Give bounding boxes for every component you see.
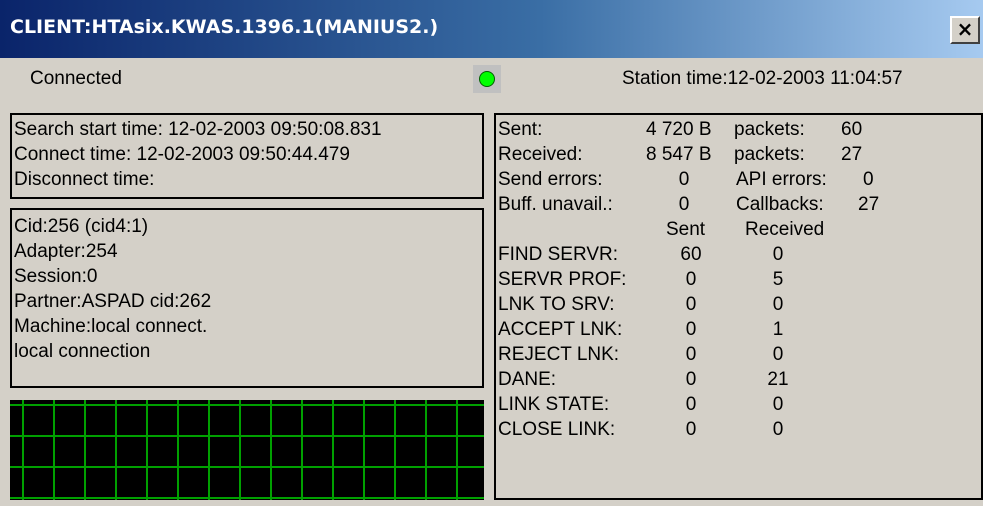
message-row-received: 1 <box>772 319 784 340</box>
column-header-received: Received <box>745 219 825 240</box>
sent-label: Sent: <box>498 119 543 140</box>
message-row-label: REJECT LNK: <box>498 344 620 365</box>
message-row-sent: 0 <box>685 344 697 365</box>
message-row-received: 0 <box>772 294 784 315</box>
received-label: Received: <box>498 144 583 165</box>
message-row-sent: 0 <box>685 294 697 315</box>
message-row-sent: 0 <box>685 319 697 340</box>
status-led-icon <box>479 71 495 87</box>
cid-value: Cid:256 (cid4:1) <box>14 216 149 237</box>
send-errors-value: 0 <box>678 169 690 190</box>
session-value: Session:0 <box>14 266 98 287</box>
title-bar[interactable]: CLIENT:HTAsix.KWAS.1396.1(MANIUS2.) × <box>0 0 983 58</box>
callbacks-label: Callbacks: <box>736 194 824 215</box>
message-row-label: DANE: <box>498 369 557 390</box>
connection-status: Connected <box>30 68 122 89</box>
message-row-sent: 0 <box>685 419 697 440</box>
sent-packets-label: packets: <box>734 119 805 140</box>
connection-type: local connection <box>14 341 151 362</box>
received-packets-label: packets: <box>734 144 805 165</box>
status-indicator <box>473 65 501 93</box>
message-row-received: 5 <box>772 269 784 290</box>
message-row-sent: 0 <box>685 394 697 415</box>
buff-unavail-value: 0 <box>678 194 690 215</box>
message-row-label: LNK TO SRV: <box>498 294 615 315</box>
connect-time: Connect time: 12-02-2003 09:50:44.479 <box>14 144 350 165</box>
api-errors-value: 0 <box>863 169 874 190</box>
message-row-label: LINK STATE: <box>498 394 610 415</box>
message-row-label: CLOSE LINK: <box>498 419 616 440</box>
message-row-received: 21 <box>767 369 789 390</box>
traffic-graph <box>10 400 484 500</box>
buff-unavail-label: Buff. unavail.: <box>498 194 613 215</box>
connection-info-panel: Cid:256 (cid4:1) Adapter:254 Session:0 P… <box>10 208 484 388</box>
station-time: Station time:12-02-2003 11:04:57 <box>622 68 903 89</box>
message-row-sent: 0 <box>685 369 697 390</box>
partner-value: Partner:ASPAD cid:262 <box>14 291 212 312</box>
message-row-received: 0 <box>772 244 784 265</box>
close-button[interactable]: × <box>950 16 980 44</box>
adapter-value: Adapter:254 <box>14 241 118 262</box>
window-title: CLIENT:HTAsix.KWAS.1396.1(MANIUS2.) <box>10 16 439 38</box>
sent-packets: 60 <box>841 119 863 140</box>
received-packets: 27 <box>841 144 863 165</box>
received-bytes: 8 547 B <box>646 144 712 165</box>
message-row-received: 0 <box>772 344 784 365</box>
sent-bytes: 4 720 B <box>646 119 712 140</box>
message-row-label: SERVR PROF: <box>498 269 627 290</box>
send-errors-label: Send errors: <box>498 169 603 190</box>
message-row-received: 0 <box>772 394 784 415</box>
message-row-label: FIND SERVR: <box>498 244 619 265</box>
message-row-sent: 60 <box>680 244 702 265</box>
connection-times-panel: Search start time: 12-02-2003 09:50:08.8… <box>10 113 484 199</box>
message-row-label: ACCEPT LNK: <box>498 319 623 340</box>
message-row-received: 0 <box>772 419 784 440</box>
callbacks-value: 27 <box>858 194 880 215</box>
message-row-sent: 0 <box>685 269 697 290</box>
machine-value: Machine:local connect. <box>14 316 208 337</box>
api-errors-label: API errors: <box>736 169 827 190</box>
client-window: CLIENT:HTAsix.KWAS.1396.1(MANIUS2.) × Co… <box>0 0 983 506</box>
column-header-sent: Sent <box>666 219 706 240</box>
search-start-time: Search start time: 12-02-2003 09:50:08.8… <box>14 119 382 140</box>
disconnect-time: Disconnect time: <box>14 169 155 190</box>
statistics-panel: Sent: 4 720 B packets: 60 Received: 8 54… <box>494 113 983 500</box>
